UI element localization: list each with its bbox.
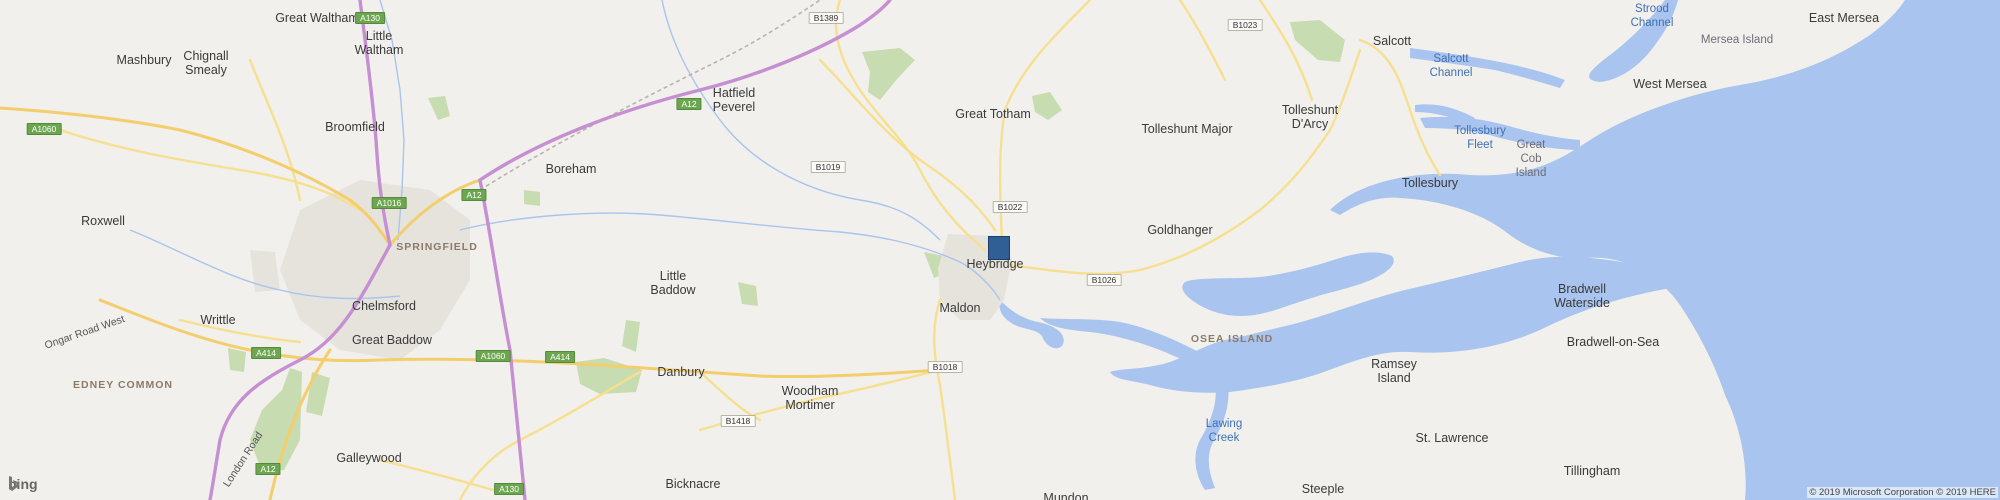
town-label-st-lawrence: St. Lawrence xyxy=(1415,431,1489,445)
town-label-writtle: Writtle xyxy=(200,313,236,327)
town-label-ramsey-island: Ramsey Island xyxy=(1371,357,1417,385)
town-label-great-totham: Great Totham xyxy=(955,107,1031,121)
town-label-goldhanger: Goldhanger xyxy=(1147,223,1213,237)
town-label-chignall-smealy: Chignall Smealy xyxy=(183,49,229,77)
town-label-bradwell-waterside: Bradwell Waterside xyxy=(1554,282,1610,310)
road-shield-a414-e: A414 xyxy=(545,351,575,363)
island-label-great-cob-island: Great Cob Island xyxy=(1515,139,1547,179)
water-label-strood-channel: Strood Channel xyxy=(1630,3,1674,29)
road-shield-a414-w: A414 xyxy=(251,347,281,359)
a-roads xyxy=(0,106,942,500)
town-label-galleywood: Galleywood xyxy=(336,451,402,465)
town-label-west-mersea: West Mersea xyxy=(1633,77,1707,91)
road-shield-b1019: B1019 xyxy=(810,161,846,173)
area-label-osea-island: OSEA ISLAND xyxy=(1190,333,1274,345)
town-label-tolleshunt-major: Tolleshunt Major xyxy=(1141,122,1233,136)
town-label-bradwell-on-sea: Bradwell-on-Sea xyxy=(1566,335,1660,349)
road-shield-b1018: B1018 xyxy=(927,361,963,373)
road-shield-a12-mid: A12 xyxy=(461,189,487,201)
road-shield-b1022: B1022 xyxy=(992,201,1028,213)
water-label-tollesbury-fleet: Tollesbury Fleet xyxy=(1454,125,1506,151)
railway xyxy=(479,0,821,191)
island-label-mersea-island: Mersea Island xyxy=(1700,34,1774,46)
road-shield-b1023: B1023 xyxy=(1227,19,1263,31)
road-shield-a12-e: A12 xyxy=(676,98,702,110)
town-label-tolleshunt-darcy: Tolleshunt D'Arcy xyxy=(1281,103,1339,131)
location-pin[interactable] xyxy=(988,236,1010,260)
area-label-edney-common: EDNEY COMMON xyxy=(73,379,173,391)
town-label-great-baddow: Great Baddow xyxy=(352,333,432,347)
town-label-mundon: Mundon xyxy=(1043,491,1089,500)
town-label-mashbury: Mashbury xyxy=(116,53,172,67)
town-label-chelmsford: Chelmsford xyxy=(352,299,416,313)
map-canvas[interactable]: Great Waltham Little Waltham Mashbury Chign… xyxy=(0,0,2000,500)
town-label-tillingham: Tillingham xyxy=(1563,464,1621,478)
road-shield-a1060-s: A1060 xyxy=(475,350,511,362)
town-label-maldon: Maldon xyxy=(939,301,981,315)
area-label-springfield: SPRINGFIELD xyxy=(396,241,478,253)
town-label-great-waltham: Great Waltham xyxy=(275,11,359,25)
town-label-little-baddow: Little Baddow xyxy=(650,269,696,297)
town-label-steeple: Steeple xyxy=(1301,482,1345,496)
road-shield-a1060-w: A1060 xyxy=(26,123,62,135)
town-label-woodham-mortimer: Woodham Mortimer xyxy=(781,384,839,412)
water-label-salcott-channel: Salcott Channel xyxy=(1429,53,1473,79)
road-shield-b1026: B1026 xyxy=(1086,274,1122,286)
town-label-salcott: Salcott xyxy=(1372,34,1412,48)
town-label-bicknacre: Bicknacre xyxy=(665,477,721,491)
road-shield-a130-s: A130 xyxy=(494,483,524,495)
road-shield-b1418: B1418 xyxy=(720,415,756,427)
bing-b-icon xyxy=(9,476,19,491)
bing-logo[interactable]: bing xyxy=(8,476,38,492)
water-label-lawling-creek: Lawing Creek xyxy=(1205,418,1243,444)
town-label-east-mersea: East Mersea xyxy=(1808,11,1880,25)
town-label-boreham: Boreham xyxy=(545,162,597,176)
town-label-danbury: Danbury xyxy=(657,365,705,379)
copyright-attribution: © 2019 Microsoft Corporation © 2019 HERE xyxy=(1807,487,1998,498)
road-shield-a1016: A1016 xyxy=(371,197,407,209)
town-label-broomfield: Broomfield xyxy=(325,120,385,134)
road-shield-a12-s: A12 xyxy=(255,463,281,475)
town-label-hatfield-peverel: Hatfield Peverel xyxy=(712,86,756,114)
road-shield-b1389: B1389 xyxy=(808,12,844,24)
town-label-tollesbury: Tollesbury xyxy=(1401,176,1459,190)
town-label-little-waltham: Little Waltham xyxy=(354,29,404,57)
road-shield-a130-n: A130 xyxy=(355,12,385,24)
town-label-roxwell: Roxwell xyxy=(81,214,125,228)
